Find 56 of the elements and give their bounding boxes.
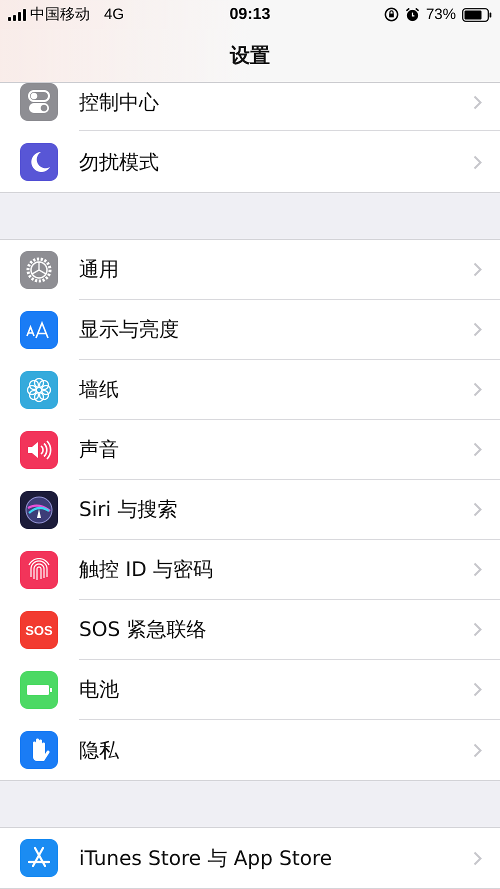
settings-row[interactable]: 触控 ID 与密码 — [0, 540, 500, 600]
settings-row[interactable]: iTunes Store 与 App Store — [0, 828, 500, 888]
sos-icon: SOS — [20, 611, 58, 649]
chevron-icon — [473, 562, 482, 577]
chevron-icon — [473, 622, 482, 637]
chevron-icon — [473, 262, 482, 277]
network-type: 4G — [104, 6, 124, 24]
battery-icon — [462, 8, 492, 22]
row-label: 墙纸 — [79, 376, 119, 403]
app-store-icon — [20, 839, 58, 877]
settings-row[interactable]: 墙纸 — [0, 360, 500, 420]
settings-row[interactable]: 隐私 — [0, 720, 500, 780]
settings-row[interactable]: 通用 — [0, 240, 500, 300]
alarm-clock-icon — [404, 7, 420, 22]
chevron-icon — [473, 382, 482, 397]
fingerprint-icon — [20, 551, 58, 589]
chevron-icon — [473, 850, 482, 866]
signal-icon — [8, 8, 26, 21]
row-label: 勿扰模式 — [79, 148, 159, 176]
row-label: 控制中心 — [79, 89, 159, 116]
carrier-name: 中国移动 — [30, 5, 90, 24]
status-time: 09:13 — [230, 6, 270, 24]
gear-icon — [20, 251, 58, 289]
chevron-icon — [473, 442, 482, 457]
settings-row[interactable]: 控制中心 — [0, 83, 500, 132]
settings-row[interactable]: 勿扰模式 — [0, 132, 500, 192]
settings-row[interactable]: Siri 与搜索 — [0, 480, 500, 540]
chevron-icon — [473, 502, 482, 517]
moon-icon — [20, 143, 58, 181]
settings-row[interactable]: 显示与亮度 — [0, 300, 500, 360]
row-label: Siri 与搜索 — [79, 496, 178, 523]
flower-icon — [20, 371, 58, 409]
row-label: 隐私 — [79, 736, 119, 764]
siri-orb-icon — [20, 491, 58, 529]
row-label: iTunes Store 与 App Store — [79, 844, 332, 872]
hand-icon — [20, 731, 58, 769]
page-title: 设置 — [230, 42, 270, 70]
chevron-icon — [473, 95, 482, 110]
row-label: SOS 紧急联络 — [79, 616, 206, 643]
row-label: 显示与亮度 — [79, 316, 179, 343]
chevron-icon — [473, 742, 482, 758]
battery-percent: 73% — [426, 6, 456, 24]
text-size-icon — [20, 311, 58, 349]
row-label: 声音 — [79, 436, 119, 463]
row-label: 电池 — [79, 676, 119, 703]
chevron-icon — [473, 322, 482, 337]
settings-row[interactable]: 声音 — [0, 420, 500, 480]
chevron-icon — [473, 682, 482, 697]
rotation-lock-icon — [384, 7, 399, 22]
speaker-icon — [20, 431, 58, 469]
battery-icon — [20, 671, 58, 709]
row-label: 通用 — [79, 256, 119, 283]
row-label: 触控 ID 与密码 — [79, 556, 214, 583]
chevron-icon — [473, 154, 482, 170]
settings-row[interactable]: SOS SOS 紧急联络 — [0, 600, 500, 660]
settings-row[interactable]: 电池 — [0, 660, 500, 720]
